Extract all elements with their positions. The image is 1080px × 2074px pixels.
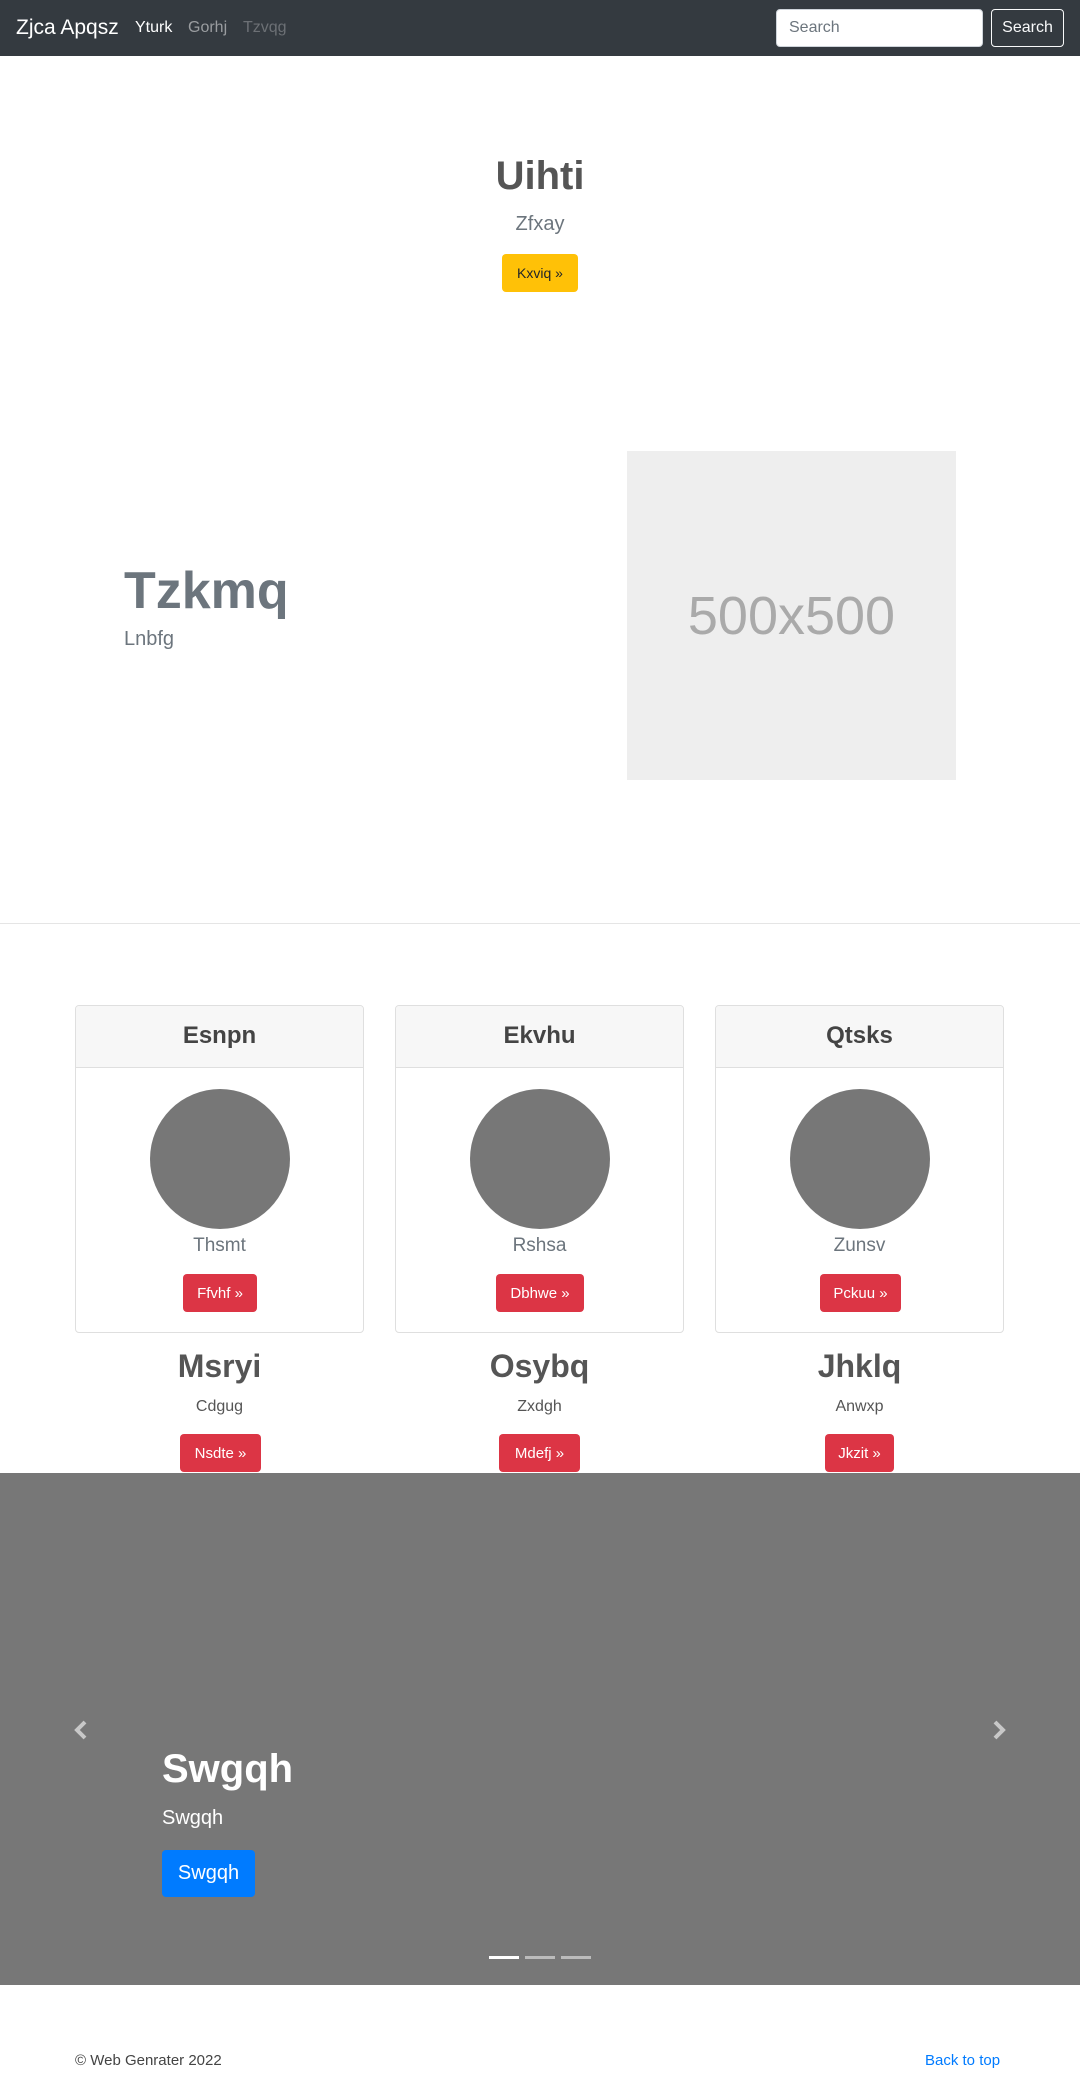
card-text: Zunsv [833,1235,886,1256]
nav-link-tzvqg: Tzvqg [243,19,287,36]
card-ekvhu: Ekvhu Rshsa Dbhwe » [395,1005,684,1333]
hero-title: Uihti [495,154,585,198]
hero-button[interactable]: Kxviq » [502,254,578,292]
carousel-caption-title: Swgqh [162,1747,294,1791]
card-header: Ekvhu [396,1006,683,1068]
carousel-caption-subtitle: Swgqh [162,1807,224,1829]
card-qtsks: Qtsks Zunsv Pckuu » [715,1005,1004,1333]
feature-title: Tzkmq [124,562,289,620]
column-subtitle: Anwxp [835,1398,884,1415]
column-title-msryi: Msryi [177,1348,262,1384]
carousel-indicator-2[interactable] [525,1956,555,1959]
copyright-text: © Web Genrater 2022 [75,2052,222,2069]
avatar [150,1089,290,1229]
card-esnpn: Esnpn Thsmt Ffvhf » [75,1005,364,1333]
card-button-ffvhf[interactable]: Ffvhf » [183,1274,257,1312]
carousel-button[interactable]: Swgqh [162,1850,255,1897]
carousel-indicator-3[interactable] [561,1956,591,1959]
search-input[interactable] [776,9,983,47]
navbar-brand[interactable]: Zjca Apqsz [16,14,119,42]
avatar [470,1089,610,1229]
avatar [790,1089,930,1229]
card-text: Thsmt [193,1235,246,1256]
column-button-nsdte[interactable]: Nsdte » [180,1434,261,1472]
chevron-left-icon[interactable] [69,1715,93,1745]
carousel-indicator-1[interactable] [489,1956,519,1959]
column-title-jhklq: Jhklq [817,1348,902,1384]
section-divider [0,923,1080,924]
card-header: Qtsks [716,1006,1003,1068]
column-subtitle: Zxdgh [517,1398,562,1415]
placeholder-image: 500x500 [627,451,956,780]
chevron-right-icon[interactable] [987,1715,1011,1745]
card-text: Rshsa [512,1235,567,1256]
nav-link-gorhj[interactable]: Gorhj [188,18,227,38]
column-subtitle: Cdgug [195,1398,244,1415]
card-button-pckuu[interactable]: Pckuu » [820,1274,901,1312]
column-button-jkzit[interactable]: Jkzit » [825,1434,894,1472]
card-header: Esnpn [76,1006,363,1068]
feature-subtitle: Lnbfg [124,628,175,650]
nav-link-yturk[interactable]: Yturk [135,18,172,38]
placeholder-image-label: 500x500 [687,585,896,646]
column-button-mdefj[interactable]: Mdefj » [499,1434,580,1472]
search-button[interactable]: Search [991,9,1064,47]
column-title-osybq: Osybq [489,1348,590,1384]
back-to-top-link[interactable]: Back to top [925,2051,1000,2071]
hero-subtitle: Zfxay [515,213,565,235]
navbar: Zjca Apqsz Yturk Gorhj Tzvqg Search [0,0,1080,56]
card-button-dbhwe[interactable]: Dbhwe » [496,1274,584,1312]
carousel: Swgqh Swgqh Swgqh [0,1473,1080,1985]
